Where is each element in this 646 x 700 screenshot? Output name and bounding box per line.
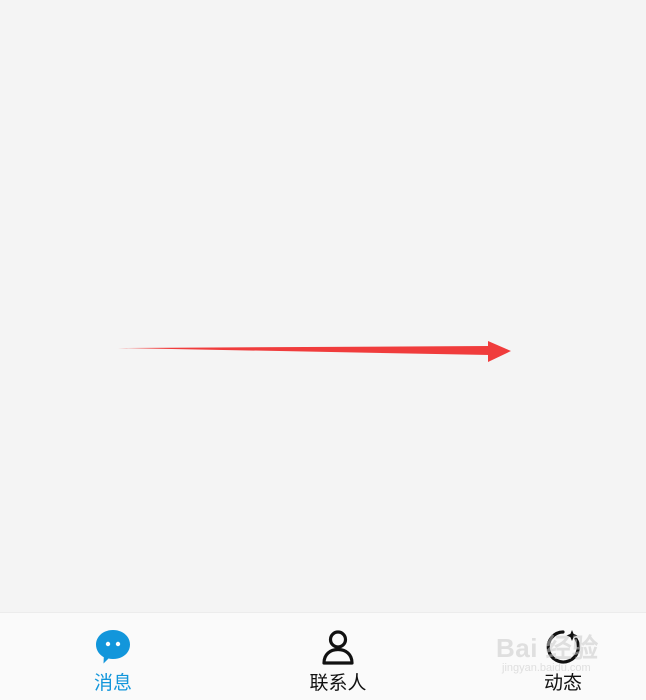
- chat-bubble-icon: [93, 627, 133, 667]
- bottom-tab-bar: 消息 联系人 动态: [0, 612, 646, 700]
- tab-feeds-label: 动态: [543, 672, 582, 694]
- person-icon: [318, 627, 358, 667]
- main-content-area: [0, 0, 646, 612]
- app-screen: 消息 联系人 动态 Bai 经验 jingyan.baidu.com: [0, 0, 646, 700]
- tab-messages-label: 消息: [93, 672, 132, 694]
- tab-contacts-label: 联系人: [309, 672, 367, 694]
- tab-messages[interactable]: 消息: [43, 613, 183, 700]
- star-orbit-icon: [543, 627, 583, 667]
- tab-feeds[interactable]: 动态: [493, 613, 633, 700]
- tab-contacts[interactable]: 联系人: [268, 613, 408, 700]
